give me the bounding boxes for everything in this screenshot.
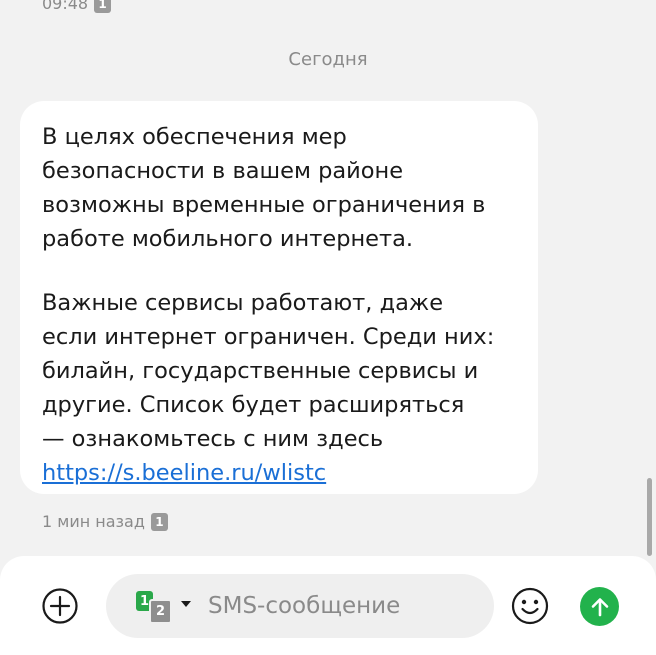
chevron-down-icon [181, 601, 191, 607]
sim-2-badge: 2 [149, 599, 172, 624]
message-time: 1 мин назад [42, 512, 145, 531]
sim-selector[interactable]: 1 2 [136, 591, 198, 624]
emoji-button[interactable] [510, 586, 550, 626]
previous-message-meta: 09:48 1 [42, 0, 112, 13]
scrollbar[interactable] [647, 478, 652, 556]
message-link[interactable]: https://s.beeline.ru/wlistc [42, 456, 326, 490]
message-sim-badge: 1 [150, 512, 168, 531]
composer-bar: 1 2 [0, 556, 656, 655]
sms-input[interactable] [208, 574, 468, 638]
send-button[interactable] [580, 587, 619, 626]
message-paragraph-2: Важные сервисы работают, даже если интер… [42, 290, 495, 452]
message-meta: 1 мин назад 1 [42, 512, 168, 531]
message-bubble[interactable]: В целях обеспечения мер безопасности в в… [20, 101, 538, 494]
send-arrow-icon [591, 597, 608, 616]
plus-circle-icon [42, 588, 78, 624]
sim-badge: 1 [94, 0, 112, 13]
attach-button[interactable] [42, 588, 78, 624]
emoji-icon [511, 587, 549, 625]
message-paragraph-1: В целях обеспечения мер безопасности в в… [42, 124, 486, 252]
message-input-container: 1 2 [106, 574, 494, 638]
previous-message-time: 09:48 [42, 0, 89, 13]
date-separator: Сегодня [288, 49, 368, 70]
